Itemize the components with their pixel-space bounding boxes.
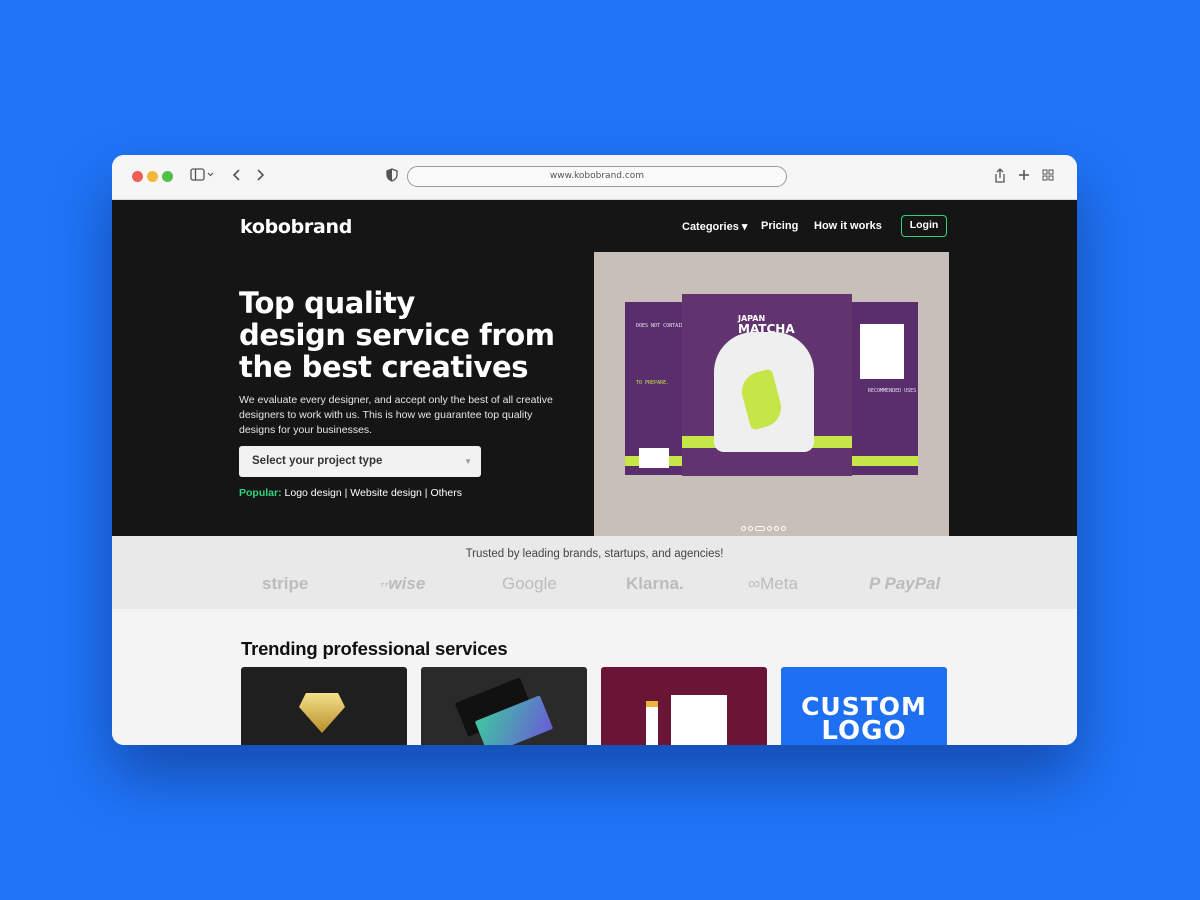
brand-logo-meta-text: Meta [760, 574, 798, 593]
service-card-logo-diamond[interactable] [241, 667, 407, 745]
barcode [639, 448, 669, 468]
carousel-dot[interactable] [774, 526, 779, 531]
custom-logo-line-2: LOGO [821, 716, 907, 745]
brand-logo-wise: ⁷⁷wise [380, 574, 425, 594]
maximize-window-button[interactable] [162, 171, 173, 182]
paypal-p-icon: P [869, 574, 880, 593]
carousel-dot[interactable] [781, 526, 786, 531]
hero-subtext: We evaluate every designer, and accept o… [239, 394, 553, 436]
hero-headline: Top quality design service from the best… [239, 287, 569, 383]
pack-info-label [860, 324, 904, 379]
brand-logo-stripe: stripe [262, 574, 309, 593]
brand-logo-meta: ∞Meta [748, 574, 798, 594]
leaf-shape [737, 368, 786, 431]
chevron-right-icon[interactable] [255, 168, 265, 186]
nav-categories[interactable]: Categories ▾ [682, 220, 747, 233]
brand-logo-klarna: Klarna. [626, 574, 684, 593]
service-card-brochure[interactable] [601, 667, 767, 745]
brand-logo-paypal-text: PayPal [884, 574, 941, 593]
carousel-dots[interactable] [741, 518, 788, 536]
service-card-business-cards[interactable] [421, 667, 587, 745]
pack-left-heading: DOES NOT CONTAIN [636, 323, 685, 329]
browser-toolbar: www.kobobrand.com [112, 155, 1077, 200]
trending-title: Trending professional services [241, 638, 508, 659]
trending-section: Trending professional services CUSTOM LO… [112, 609, 1077, 745]
headline-line-2: design service from [239, 318, 555, 352]
sidebar-icon[interactable] [190, 168, 214, 186]
popular-links: Popular: Logo design | Website design | … [239, 487, 462, 499]
carousel-dot-active[interactable] [755, 526, 765, 531]
project-type-select-label: Select your project type [252, 455, 383, 467]
trusted-brands-section: Trusted by leading brands, startups, and… [112, 536, 1077, 609]
chevron-left-icon[interactable] [232, 168, 242, 186]
share-icon[interactable] [994, 168, 1006, 188]
brand-logo-wise-text: wise [388, 574, 426, 593]
brand-logo-google: Google [502, 574, 557, 593]
nav-how-it-works[interactable]: How it works [814, 220, 882, 232]
plus-icon[interactable] [1018, 168, 1030, 186]
carousel-dot[interactable] [741, 526, 746, 531]
login-button[interactable]: Login [901, 215, 947, 237]
hero-image-matcha: DOES NOT CONTAIN TO PREPARE. RECOMMENDED… [594, 252, 949, 536]
carousel-dot[interactable] [748, 526, 753, 531]
popular-label: Popular: [239, 487, 282, 499]
popular-link-list[interactable]: Logo design | Website design | Others [285, 487, 462, 499]
browser-window: www.kobobrand.com kobobrand Categories ▾… [112, 155, 1077, 745]
meta-infinity-icon: ∞ [748, 574, 761, 593]
brand-logo-paypal: P PayPal [869, 574, 940, 594]
product-bottle-image [646, 701, 658, 745]
tabs-grid-icon[interactable] [1042, 168, 1054, 186]
service-card-custom-logo[interactable]: CUSTOM LOGO [781, 667, 947, 745]
minimize-window-button[interactable] [147, 171, 158, 182]
trusted-title: Trusted by leading brands, startups, and… [465, 548, 724, 560]
hero-section: kobobrand Categories ▾ Pricing How it wo… [112, 200, 1077, 536]
headline-line-3: the best creatives [239, 350, 529, 384]
address-bar[interactable]: www.kobobrand.com [407, 166, 787, 187]
pack-right-heading: RECOMMENDED USES [868, 388, 917, 394]
matcha-illustration [714, 332, 814, 452]
close-window-button[interactable] [132, 171, 143, 182]
chevron-down-icon: ▼ [464, 457, 472, 466]
carousel-dot[interactable] [767, 526, 772, 531]
document-image [671, 695, 727, 745]
diamond-logo-image [299, 693, 345, 733]
project-type-select[interactable]: Select your project type ▼ [239, 446, 481, 477]
webpage: kobobrand Categories ▾ Pricing How it wo… [112, 200, 1077, 745]
headline-line-1: Top quality [239, 286, 415, 320]
shield-icon [386, 168, 398, 186]
site-logo[interactable]: kobobrand [240, 216, 352, 238]
nav-pricing[interactable]: Pricing [761, 220, 798, 232]
pack-left-subheading: TO PREPARE. [636, 380, 670, 386]
